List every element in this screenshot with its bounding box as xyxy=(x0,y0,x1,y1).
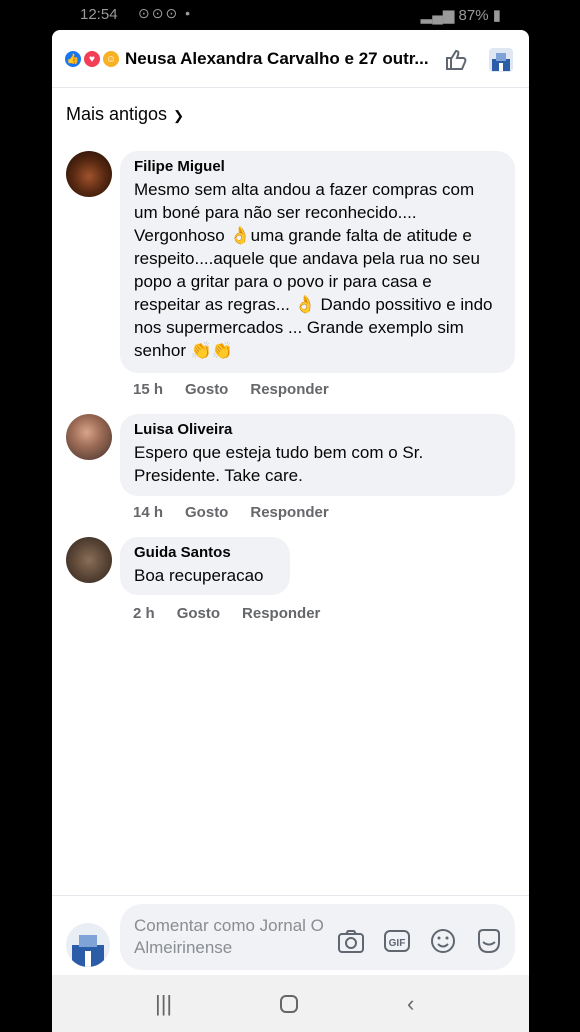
page-avatar-icon[interactable] xyxy=(488,47,514,73)
comment-time[interactable]: 2 h xyxy=(133,605,155,622)
sticker-icon[interactable] xyxy=(474,926,504,956)
reaction-icons[interactable]: 👍 ♥ ☺ xyxy=(64,50,121,68)
page-avatar xyxy=(66,923,110,967)
avatar[interactable] xyxy=(66,414,112,460)
comment-author[interactable]: Luisa Oliveira xyxy=(134,421,501,438)
like-button[interactable]: Gosto xyxy=(177,605,220,622)
comments-screen: 👍 ♥ ☺ Neusa Alexandra Carvalho e 27 outr… xyxy=(52,30,529,1032)
svg-text:GIF: GIF xyxy=(389,938,406,949)
comment-bubble[interactable]: Filipe Miguel Mesmo sem alta andou a faz… xyxy=(120,151,515,373)
comment-actions: 2 h Gosto Responder xyxy=(133,605,342,622)
status-battery: ▂▄▆ 87% ▮ xyxy=(420,7,501,24)
comment-author[interactable]: Filipe Miguel xyxy=(134,158,501,175)
comment-bubble[interactable]: Guida Santos Boa recuperacao xyxy=(120,537,290,595)
sort-dropdown[interactable]: Mais antigos ❯ xyxy=(66,104,184,125)
system-nav-bar: ||| ‹ xyxy=(52,975,529,1032)
reactions-header[interactable]: 👍 ♥ ☺ Neusa Alexandra Carvalho e 27 outr… xyxy=(52,30,529,88)
like-button[interactable]: Gosto xyxy=(185,504,228,521)
avatar[interactable] xyxy=(66,537,112,583)
signal-icon: ▂▄▆ xyxy=(420,7,459,24)
love-reaction-icon: ♥ xyxy=(83,50,101,68)
comment-actions: 14 h Gosto Responder xyxy=(133,504,351,521)
chevron-down-icon: ❯ xyxy=(173,108,184,123)
notification-icons: ⊙⊙⊙ • xyxy=(138,5,192,21)
gif-icon[interactable]: GIF xyxy=(382,926,412,956)
comment-author[interactable]: Guida Santos xyxy=(134,544,276,561)
back-icon[interactable]: ‹ xyxy=(407,991,414,1017)
comment-text: Mesmo sem alta andou a fazer compras com… xyxy=(134,180,493,360)
comment-placeholder: Comentar como Jornal O Almeirinense xyxy=(134,916,324,957)
like-reaction-icon: 👍 xyxy=(64,50,82,68)
recent-apps-icon[interactable]: ||| xyxy=(155,991,172,1017)
sort-label: Mais antigos xyxy=(66,104,168,124)
battery-icon: ▮ xyxy=(492,7,501,24)
comment-composer: Comentar como Jornal O Almeirinense GIF xyxy=(52,895,529,976)
comment-input[interactable]: Comentar como Jornal O Almeirinense GIF xyxy=(120,904,515,970)
camera-icon[interactable] xyxy=(336,926,366,956)
care-reaction-icon: ☺ xyxy=(102,50,120,68)
page-logo-icon xyxy=(72,935,104,967)
reactors-title[interactable]: Neusa Alexandra Carvalho e 27 outr... xyxy=(125,49,429,69)
comment-time[interactable]: 15 h xyxy=(133,381,163,398)
like-button[interactable]: Gosto xyxy=(185,381,228,398)
status-time: 12:54 xyxy=(80,6,118,23)
status-bar: 12:54 ⊙⊙⊙ • ▂▄▆ 87% ▮ xyxy=(52,0,529,30)
reply-button[interactable]: Responder xyxy=(250,504,328,521)
home-icon[interactable] xyxy=(279,994,299,1014)
comment-actions: 15 h Gosto Responder xyxy=(133,381,351,398)
emoji-icon[interactable] xyxy=(428,926,458,956)
comment-text: Espero que esteja tudo bem com o Sr. Pre… xyxy=(134,443,424,485)
like-outline-icon[interactable] xyxy=(443,47,469,73)
reply-button[interactable]: Responder xyxy=(250,381,328,398)
comment-time[interactable]: 14 h xyxy=(133,504,163,521)
reply-button[interactable]: Responder xyxy=(242,605,320,622)
avatar[interactable] xyxy=(66,151,112,197)
comment-text: Boa recuperacao xyxy=(134,566,264,585)
comment-bubble[interactable]: Luisa Oliveira Espero que esteja tudo be… xyxy=(120,414,515,496)
